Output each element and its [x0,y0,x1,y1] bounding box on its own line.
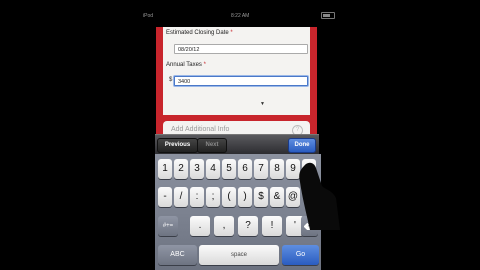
battery-icon [321,12,335,19]
key-7[interactable]: 7 [254,159,268,179]
key-4[interactable]: 4 [206,159,220,179]
go-key[interactable]: Go [282,245,319,265]
key-slash[interactable]: / [174,187,188,207]
finger-silhouette [299,162,340,230]
done-button[interactable]: Done [288,138,316,153]
currency-symbol: $ [169,77,173,83]
key-symbols[interactable]: #+= [158,216,178,236]
closing-date-label-text: Estimated Closing Date [166,30,229,36]
closing-date-input[interactable]: 08/20/12 [174,44,308,54]
abc-key[interactable]: ABC [158,245,197,265]
key-period[interactable]: . [190,216,210,236]
key-8[interactable]: 8 [270,159,284,179]
form-assistant-toolbar: Previous Next Done [155,134,319,155]
closing-date-label: Estimated Closing Date * [166,30,233,36]
web-form: Estimated Closing Date * 08/20/12 Annual… [156,27,317,140]
key-2[interactable]: 2 [174,159,188,179]
required-mark: * [203,62,206,68]
key-1[interactable]: 1 [158,159,172,179]
add-additional-info-label: Add Additional Info [171,126,230,133]
space-key[interactable]: space [199,245,279,265]
previous-button[interactable]: Previous [157,138,198,153]
key-hyphen[interactable]: - [158,187,172,207]
key-comma[interactable]: , [214,216,234,236]
key-ampersand[interactable]: & [270,187,284,207]
annual-taxes-input[interactable]: 3400 [174,76,308,86]
annual-taxes-label-text: Annual Taxes [166,62,202,68]
annual-taxes-label: Annual Taxes * [166,62,206,68]
key-colon[interactable]: : [190,187,204,207]
key-dollar[interactable]: $ [254,187,268,207]
key-6[interactable]: 6 [238,159,252,179]
next-button[interactable]: Next [197,138,227,153]
key-close-paren[interactable]: ) [238,187,252,207]
key-question[interactable]: ? [238,216,258,236]
scroll-down-icon: ▼ [260,101,265,107]
clock: 8:22 AM [231,13,250,19]
key-open-paren[interactable]: ( [222,187,236,207]
form-card: Estimated Closing Date * 08/20/12 Annual… [163,27,310,115]
key-3[interactable]: 3 [190,159,204,179]
key-5[interactable]: 5 [222,159,236,179]
key-exclamation[interactable]: ! [262,216,282,236]
required-mark: * [230,30,233,36]
carrier-label: iPod [143,13,154,19]
status-bar: iPod 8:22 AM [139,0,341,30]
key-semicolon[interactable]: ; [206,187,220,207]
